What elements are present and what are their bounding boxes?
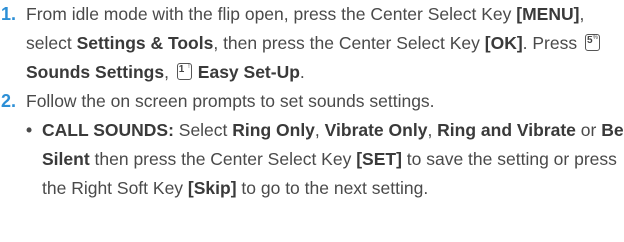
call-sounds-label: CALL SOUNDS: xyxy=(42,120,174,140)
step-2: 2. Follow the on screen prompts to set s… xyxy=(0,87,624,116)
key-symbol: % xyxy=(592,35,598,41)
text-run: From idle mode with the flip open, press… xyxy=(26,4,517,24)
step-text: Follow the on screen prompts to set soun… xyxy=(26,91,435,111)
bullet-dot: • xyxy=(26,120,33,140)
sounds-settings-label: Sounds Settings xyxy=(26,62,165,82)
text-run: or xyxy=(575,120,602,140)
text-run: , xyxy=(314,120,325,140)
call-sounds-bullet: • CALL SOUNDS: Select Ring Only, Vibrate… xyxy=(0,116,624,203)
text-run: . Press xyxy=(522,33,582,53)
step-text: From idle mode with the flip open, press… xyxy=(26,0,624,87)
key-symbol: ! xyxy=(188,64,190,70)
settings-tools-label: Settings & Tools xyxy=(76,33,214,53)
set-key-label: [SET] xyxy=(356,149,402,169)
text-run: . xyxy=(299,62,305,82)
ring-only-option: Ring Only xyxy=(232,120,315,140)
ok-key-label: [OK] xyxy=(484,33,523,53)
text-run: Select xyxy=(173,120,233,140)
step-1: 1. From idle mode with the flip open, pr… xyxy=(0,0,624,87)
text-run: , xyxy=(164,62,174,82)
instructions-document: 1. From idle mode with the flip open, pr… xyxy=(0,0,624,242)
text-run: to go to the next setting. xyxy=(236,178,429,198)
ring-and-vibrate-option: Ring and Vibrate xyxy=(437,120,576,140)
keypad-1-icon: 1! xyxy=(176,63,192,80)
skip-key-label: [Skip] xyxy=(187,178,237,198)
step-number: 1. xyxy=(1,4,17,24)
easy-setup-label: Easy Set-Up xyxy=(197,62,300,82)
keypad-5-icon: 5% xyxy=(584,34,600,51)
text-run: , then press the Center Select Key xyxy=(213,33,485,53)
text-run: , xyxy=(427,120,438,140)
vibrate-only-option: Vibrate Only xyxy=(324,120,428,140)
step-number: 2. xyxy=(1,91,17,111)
bullet-text: CALL SOUNDS: Select Ring Only, Vibrate O… xyxy=(42,120,624,198)
text-run: then press the Center Select Key xyxy=(89,149,357,169)
menu-key-label: [MENU] xyxy=(516,4,580,24)
key-digit: 1 xyxy=(178,64,185,75)
